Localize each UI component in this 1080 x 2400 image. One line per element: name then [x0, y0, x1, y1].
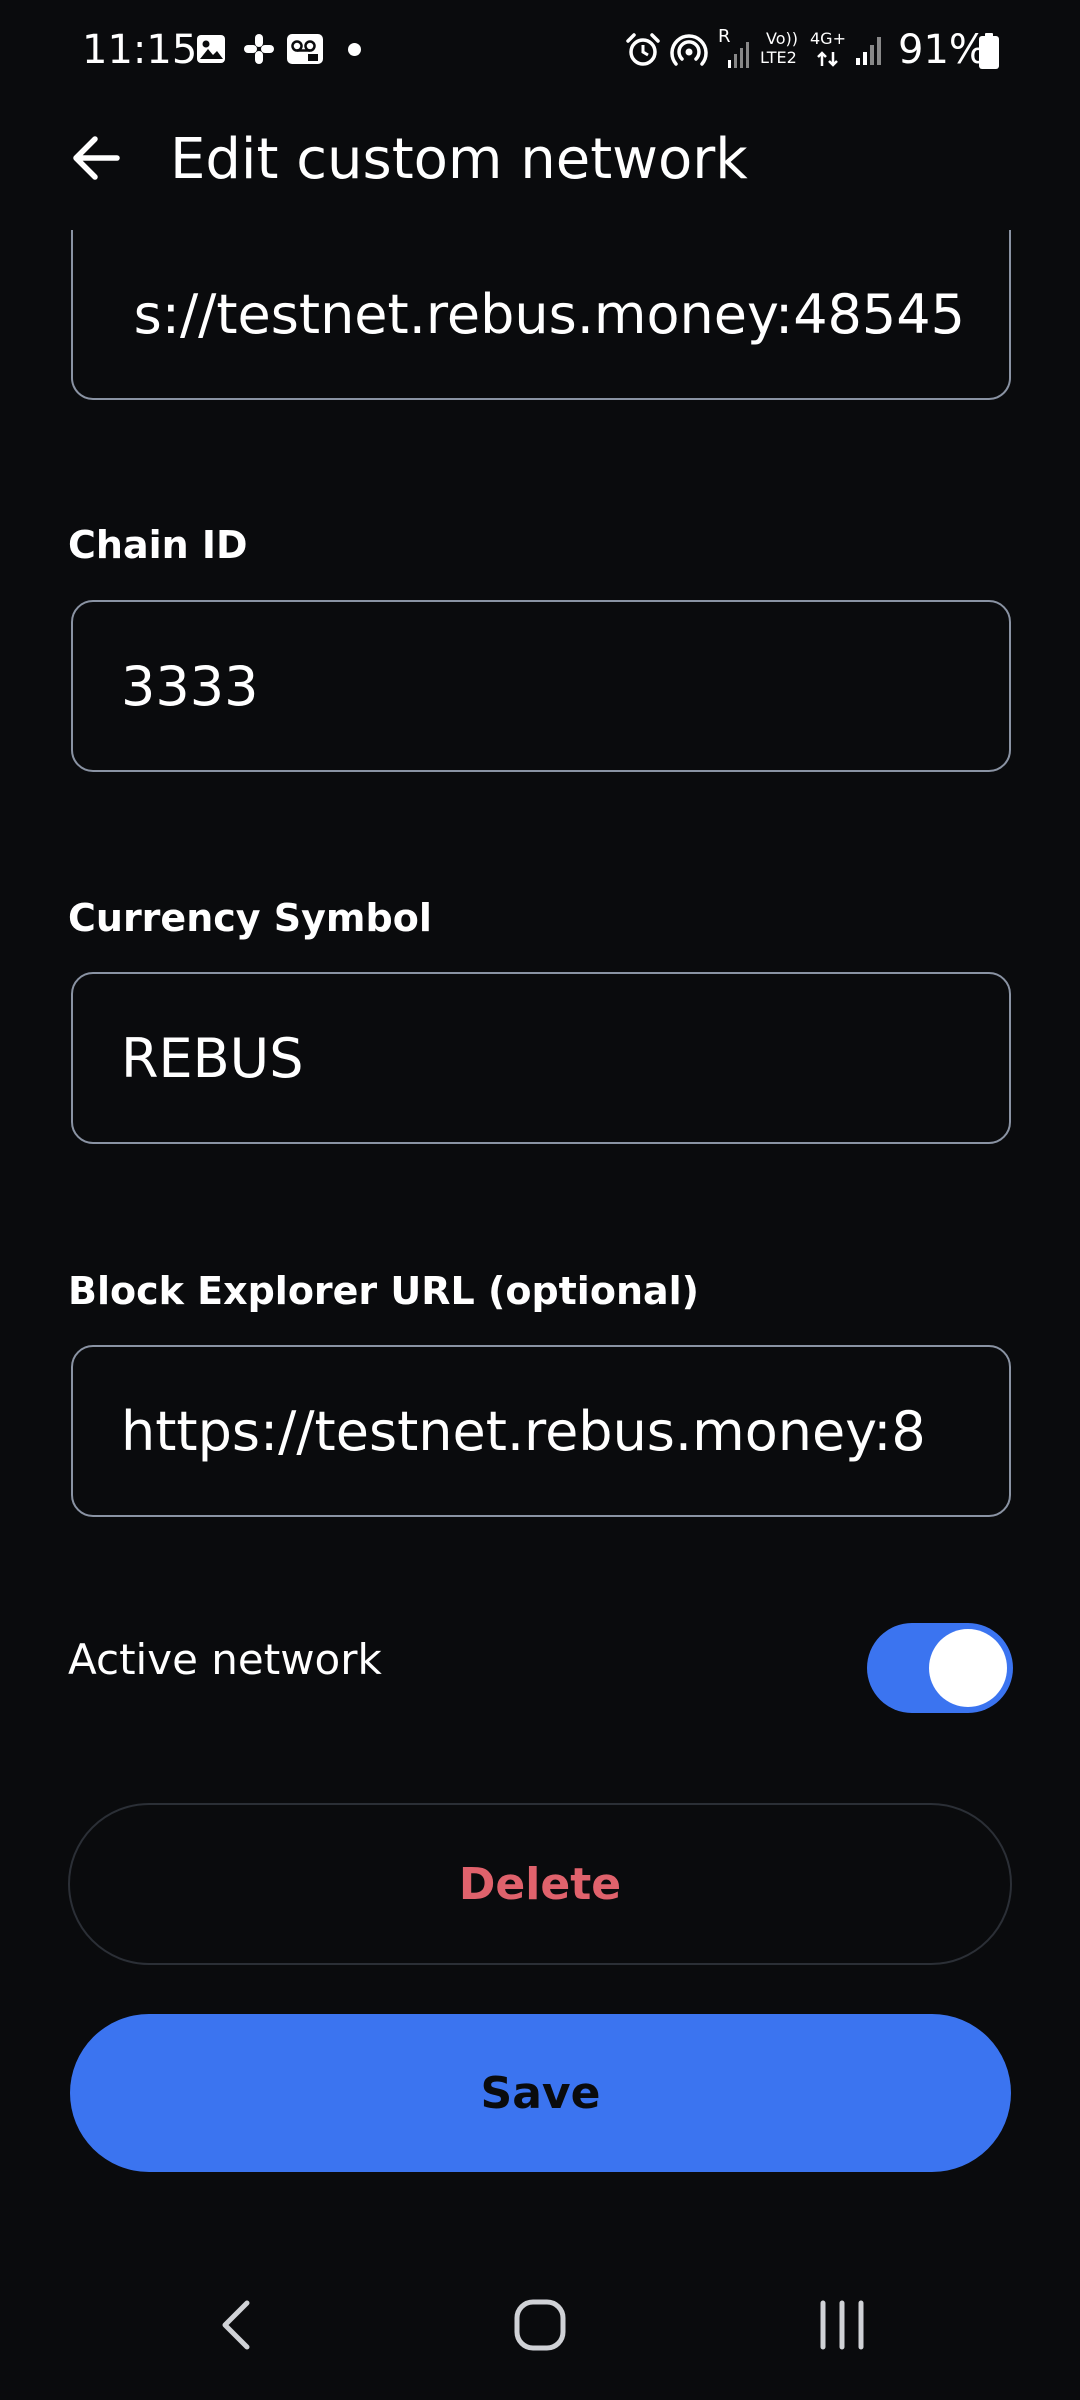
block-explorer-label: Block Explorer URL (optional) [68, 1269, 700, 1313]
hotspot-icon [670, 31, 708, 69]
toggle-knob [929, 1629, 1007, 1707]
status-bar: 11:15 R Vo)) LTE2 4G+ 91% [0, 0, 1080, 100]
rpc-url-field [71, 230, 1011, 400]
save-button[interactable]: Save [70, 2014, 1011, 2172]
battery-icon [978, 32, 1000, 70]
delete-button-label: Delete [458, 1858, 622, 1910]
voicemail-icon [286, 33, 324, 65]
signal-icon [854, 34, 884, 66]
chain-id-label: Chain ID [68, 523, 248, 567]
currency-symbol-field [71, 972, 1011, 1144]
active-network-label: Active network [68, 1635, 382, 1684]
rpc-url-input[interactable] [121, 230, 965, 398]
chain-id-input[interactable] [121, 602, 965, 770]
nav-recents-button[interactable] [802, 2280, 882, 2370]
currency-symbol-input[interactable] [121, 974, 965, 1142]
signal-r-icon: R [718, 26, 752, 70]
block-explorer-input[interactable] [121, 1347, 965, 1515]
delete-button[interactable]: Delete [68, 1803, 1012, 1965]
alarm-icon [624, 31, 662, 69]
nav-home-button[interactable] [500, 2280, 580, 2370]
chain-id-field [71, 600, 1011, 772]
active-network-toggle[interactable] [867, 1623, 1013, 1713]
navigation-bar [0, 2260, 1080, 2400]
nav-back-button[interactable] [196, 2280, 276, 2370]
gallery-icon [196, 34, 226, 64]
currency-symbol-label: Currency Symbol [68, 896, 432, 940]
arrow-left-icon [73, 136, 120, 180]
nav-home-icon [514, 2299, 566, 2351]
slack-icon [242, 32, 276, 66]
nav-back-icon [222, 2300, 250, 2350]
save-button-label: Save [480, 2067, 601, 2119]
block-explorer-field [71, 1345, 1011, 1517]
battery-percentage: 91% [898, 27, 987, 73]
nav-recents-icon [820, 2300, 864, 2350]
back-button[interactable] [60, 118, 132, 198]
volte-icon: Vo)) LTE2 [760, 29, 798, 67]
dot-icon [348, 43, 361, 56]
4g-icon: 4G+ [810, 30, 850, 70]
page-title: Edit custom network [170, 127, 748, 192]
status-time: 11:15 [82, 27, 198, 73]
